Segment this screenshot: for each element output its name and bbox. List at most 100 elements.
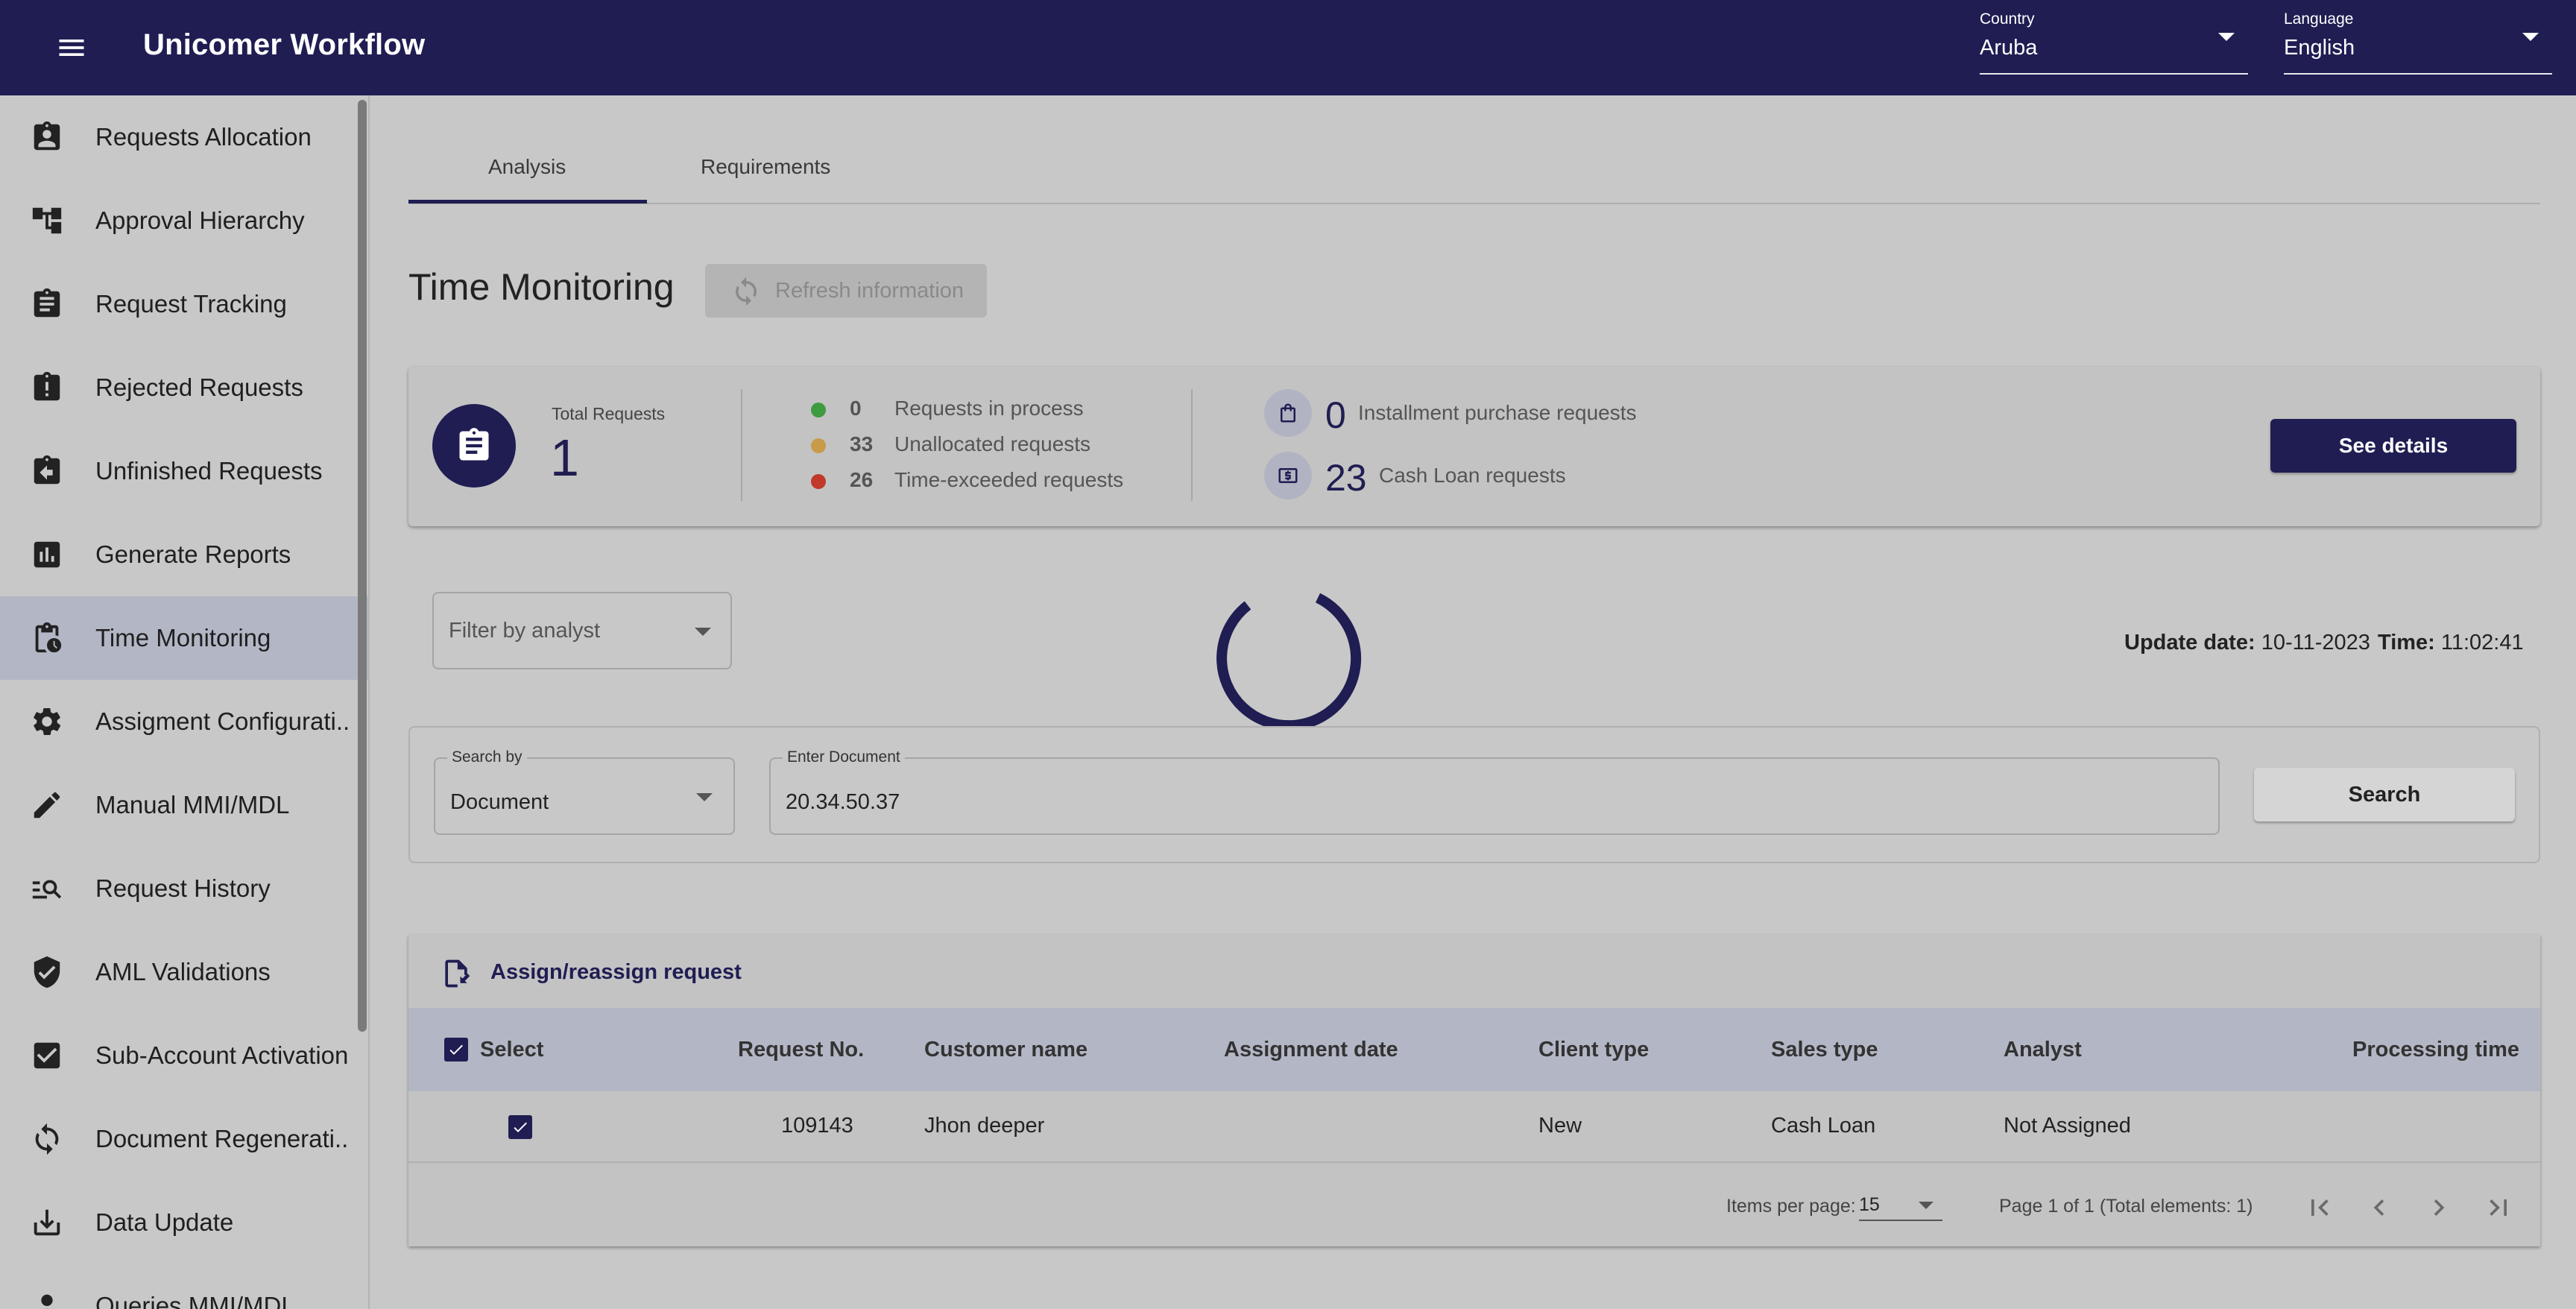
row-select-checkbox[interactable] [508, 1115, 532, 1139]
summary-card: Total Requests 1 0 Requests in process 3… [408, 367, 2540, 526]
items-per-page-select[interactable]: 15 [1859, 1191, 1942, 1221]
cell-customer-name: Jhon deeper [924, 1114, 1045, 1138]
sidebar-item-label: Assigment Configurati... [95, 707, 349, 735]
tab-requirements[interactable]: Requirements [701, 155, 830, 179]
country-value: Aruba [1980, 36, 2038, 60]
settings-icon [30, 704, 64, 739]
assignment-ind-icon [30, 120, 64, 154]
divider [741, 389, 742, 501]
total-requests-value: 1 [550, 429, 579, 487]
refresh-information-button[interactable]: Refresh information [705, 264, 987, 318]
sidebar-item-generate-reports[interactable]: Generate Reports [0, 513, 368, 596]
stat-count: 26 [850, 468, 874, 491]
search-button[interactable]: Search [2254, 768, 2515, 821]
column-header-sales-type[interactable]: Sales type [1771, 1038, 1878, 1062]
search-by-select[interactable]: Search by Document [434, 748, 735, 835]
language-value: English [2284, 36, 2355, 60]
stat-label: Unallocated requests [894, 432, 1091, 455]
cell-sales-type: Cash Loan [1771, 1114, 1876, 1138]
sidebar-item-manual-mmi-mdl[interactable]: Manual MMI/MDL [0, 763, 368, 847]
sidebar-item-requests-allocation[interactable]: Requests Allocation [0, 95, 368, 179]
sidebar-scrollbar[interactable] [358, 100, 367, 1032]
orange-status-dot [811, 438, 826, 453]
sidebar-item-rejected-requests[interactable]: Rejected Requests [0, 346, 368, 429]
column-header-request-no[interactable]: Request No. [738, 1038, 864, 1062]
tab-analysis[interactable]: Analysis [488, 155, 566, 179]
shopping-bag-icon [1264, 389, 1312, 437]
sidebar-item-approval-hierarchy[interactable]: Approval Hierarchy [0, 179, 368, 262]
manage-search-icon [30, 871, 64, 906]
column-header-client-type[interactable]: Client type [1538, 1038, 1649, 1062]
account-tree-icon [30, 204, 64, 238]
top-app-bar: Unicomer Workflow Country Aruba Language… [0, 0, 2576, 95]
app-title: Unicomer Workflow [143, 28, 426, 61]
sidebar-item-label: Generate Reports [95, 540, 291, 568]
sidebar-item-assignment-configuration[interactable]: Assigment Configurati... [0, 680, 368, 763]
table-row[interactable]: 109143 Jhon deeper New Cash Loan Not Ass… [408, 1091, 2540, 1163]
column-header-customer-name[interactable]: Customer name [924, 1038, 1087, 1062]
sync-icon [730, 276, 762, 307]
document-input-value: 20.34.50.37 [786, 790, 900, 814]
total-requests-label: Total Requests [552, 404, 666, 423]
filter-by-analyst-select[interactable]: Filter by analyst [432, 592, 732, 669]
language-select[interactable]: Language English [2284, 0, 2552, 75]
update-date: Update date: 10-11-2023 [2124, 631, 2370, 655]
column-header-processing-time[interactable]: Processing time [2352, 1038, 2519, 1062]
assignment-return-icon [30, 454, 64, 488]
column-header-assignment-date[interactable]: Assignment date [1224, 1038, 1398, 1062]
country-select[interactable]: Country Aruba [1980, 0, 2248, 75]
sidebar-nav: Requests Allocation Approval Hierarchy R… [0, 95, 370, 1309]
sidebar-item-label: Document Regenerati... [95, 1125, 349, 1152]
page-range-label: Page 1 of 1 (Total elements: 1) [1999, 1196, 2253, 1217]
sidebar-item-time-monitoring[interactable]: Time Monitoring [0, 596, 368, 680]
items-per-page-label: Items per page: [1726, 1196, 1856, 1217]
update-time-value: 11:02:41 [2440, 631, 2524, 654]
cash-icon [1264, 452, 1312, 499]
sidebar-item-queries-mmi-mdl[interactable]: Queries MMI/MDL [0, 1264, 368, 1309]
sidebar-item-request-history[interactable]: Request History [0, 847, 368, 930]
stat-label: Time-exceeded requests [894, 468, 1124, 491]
update-time: Time: 11:02:41 [2378, 631, 2524, 655]
language-label: Language [2284, 10, 2354, 28]
update-date-label: Update date: [2124, 631, 2255, 654]
sidebar-item-document-regeneration[interactable]: Document Regenerati... [0, 1097, 368, 1181]
page-title: Time Monitoring [408, 266, 675, 308]
sidebar-item-aml-validations[interactable]: AML Validations [0, 930, 368, 1014]
table-header-bar: Assign/reassign request [408, 935, 2540, 1008]
table-column-headers: Select Request No. Customer name Assignm… [408, 1008, 2540, 1091]
sidebar-item-sub-account-activation[interactable]: Sub-Account Activation [0, 1014, 368, 1097]
previous-page-icon[interactable] [2363, 1191, 2396, 1224]
last-page-icon[interactable] [2482, 1191, 2515, 1224]
stat-count: 33 [850, 432, 874, 455]
first-page-icon[interactable] [2303, 1191, 2336, 1224]
divider [1191, 389, 1193, 501]
select-all-checkbox[interactable] [444, 1038, 468, 1062]
column-header-analyst[interactable]: Analyst [2004, 1038, 2082, 1062]
sidebar-item-unfinished-requests[interactable]: Unfinished Requests [0, 429, 368, 513]
cash-loan-count: 23 [1325, 457, 1367, 499]
sidebar-item-request-tracking[interactable]: Request Tracking [0, 262, 368, 346]
document-input[interactable]: Enter Document 20.34.50.37 [769, 748, 2220, 835]
sidebar-item-data-update[interactable]: Data Update [0, 1181, 368, 1264]
country-label: Country [1980, 10, 2035, 28]
assignment-late-icon [30, 370, 64, 405]
see-details-button[interactable]: See details [2270, 419, 2516, 473]
stat-count: 0 [850, 397, 862, 420]
sidebar-item-label: Requests Allocation [95, 123, 312, 151]
sidebar-item-label: AML Validations [95, 958, 271, 985]
cell-client-type: New [1538, 1114, 1582, 1138]
sidebar-item-label: Approval Hierarchy [95, 206, 305, 234]
search-by-label: Search by [447, 748, 527, 766]
menu-icon[interactable] [52, 31, 91, 64]
chevron-down-icon [2522, 33, 2539, 41]
assign-requests-table: Assign/reassign request Select Request N… [408, 935, 2540, 1246]
cell-analyst: Not Assigned [2004, 1114, 2131, 1138]
active-tab-indicator [408, 200, 647, 204]
column-header-select: Select [480, 1038, 544, 1062]
sidebar-item-label: Queries MMI/MDL [95, 1292, 295, 1309]
update-time-label: Time: [2378, 631, 2435, 654]
table-title: Assign/reassign request [490, 960, 742, 984]
sidebar-item-label: Manual MMI/MDL [95, 791, 290, 818]
chevron-down-icon [696, 793, 713, 801]
next-page-icon[interactable] [2422, 1191, 2455, 1224]
